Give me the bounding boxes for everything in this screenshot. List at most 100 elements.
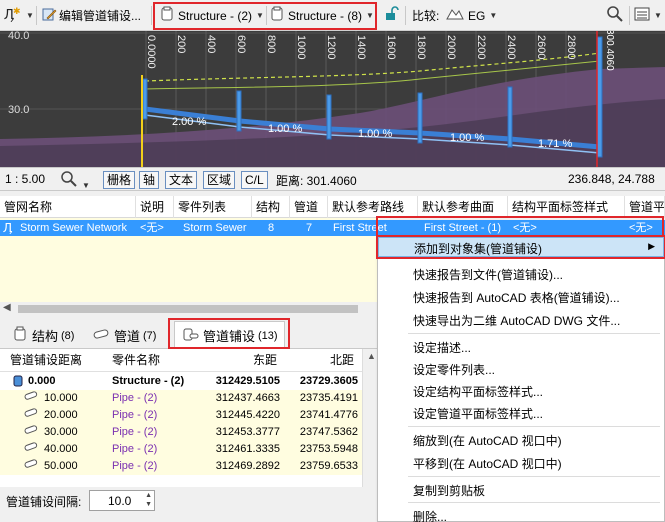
tab-pipe-runs[interactable]: 管道铺设 (13) xyxy=(174,321,285,349)
northing-cell: 23753.5948 xyxy=(299,443,358,455)
table-row[interactable]: Ӆ Storm Sewer Network <无> Storm Sewer 8 … xyxy=(0,220,665,236)
network-icon: Ӆ xyxy=(3,220,17,236)
column-header[interactable]: 结构平面标签样式 xyxy=(508,196,625,218)
column-header[interactable]: 管道平 xyxy=(625,196,665,218)
northing-cell: 23735.4191 xyxy=(299,392,358,404)
table-row[interactable]: 0.000 Structure - (2) 312429.5105 23729.360… xyxy=(0,373,362,390)
column-header[interactable]: 说明 xyxy=(136,196,174,218)
station-label: 1800 xyxy=(415,35,427,59)
column-header[interactable]: 管道 xyxy=(290,196,328,218)
svg-text:✱: ✱ xyxy=(13,6,21,16)
interval-input[interactable]: 10.0 ▲ ▼ xyxy=(89,490,155,511)
station-label: 400 xyxy=(205,35,217,53)
menu-item-export-dwg[interactable]: 快速导出为二维 AutoCAD DWG 文件... xyxy=(413,312,620,329)
column-header[interactable]: 管网名称 xyxy=(0,196,136,218)
zoom-button[interactable] xyxy=(606,5,624,26)
surface-cell: First Street - (1) xyxy=(424,222,502,234)
grid-toggle-button[interactable]: 栅格 xyxy=(103,171,136,189)
column-header[interactable]: 北距 xyxy=(330,349,354,371)
pipe-run-table: 管道铺设距离 零件名称 东距 北距 0.000 Structure - (2) 31… xyxy=(0,349,380,487)
table-row[interactable]: 20.000 Pipe - (2) 312445.4220 23741.4776 xyxy=(0,407,362,424)
menu-item-set-pipe-label-style[interactable]: 设定管道平面标签样式... xyxy=(413,405,543,422)
menu-item-set-description[interactable]: 设定描述... xyxy=(413,339,471,356)
part-name-cell: Pipe - (2) xyxy=(112,409,158,421)
scale-value[interactable]: 1 : 5.00 xyxy=(5,172,45,186)
text-toggle-button[interactable]: 文本 xyxy=(165,171,198,189)
menu-item-set-parts-list[interactable]: 设定零件列表... xyxy=(413,361,495,378)
add-menu-button[interactable]: Ӆ ✱ ▼ xyxy=(4,5,34,26)
menu-item-quick-report-file[interactable]: 快速报告到文件(管道铺设)... xyxy=(413,266,563,283)
elevation-label: 40.0 xyxy=(8,31,29,42)
column-header[interactable]: 默认参考路线 xyxy=(328,196,418,218)
region-toggle-button[interactable]: 区域 xyxy=(203,171,236,189)
pipe-run-icon xyxy=(181,326,199,345)
end-structure-dropdown[interactable]: Structure - (8) ▼ xyxy=(270,5,374,26)
compare-surface-dropdown[interactable]: EG ▼ xyxy=(446,5,497,26)
column-header[interactable]: 零件列表 xyxy=(174,196,252,218)
tab-structures[interactable]: 结构 (8) xyxy=(6,323,80,348)
structure-style-cell: <无> xyxy=(513,222,537,234)
tab-label: 结构 xyxy=(32,329,59,344)
tab-label: 管道铺设 xyxy=(203,329,256,344)
menu-item-delete[interactable]: 删除... xyxy=(413,508,447,522)
slope-label: 2.00 % xyxy=(172,116,206,128)
menu-item-pan-to[interactable]: 平移到(在 AutoCAD 视口中) xyxy=(413,455,562,472)
view-options-button[interactable]: ▼ xyxy=(634,5,662,26)
stepper-icon[interactable]: ▲ ▼ xyxy=(145,491,152,509)
list-view-icon xyxy=(634,6,650,25)
profile-view[interactable]: 40.0 30.0 0.0000 200 400 600 800 1000 1200 1400… xyxy=(0,31,665,167)
edit-pipe-run-label: 编辑管道铺设... xyxy=(59,9,142,23)
tab-count: (8) xyxy=(61,329,75,342)
description-cell: <无> xyxy=(140,222,164,234)
part-name-cell: Pipe - (2) xyxy=(112,443,158,455)
tab-pipes[interactable]: 管道 (7) xyxy=(86,323,162,348)
column-header[interactable]: 东距 xyxy=(253,349,277,371)
tab-count: (7) xyxy=(143,329,157,342)
scroll-left-icon[interactable]: ◀ xyxy=(3,302,11,313)
menu-item-add-to-selection[interactable]: 添加到对象集(管道铺设) ▶ xyxy=(378,237,664,257)
part-name-cell: Structure - (2) xyxy=(112,375,185,387)
northing-cell: 23741.4776 xyxy=(299,409,358,421)
part-name-cell: Pipe - (2) xyxy=(112,460,158,472)
scroll-up-icon[interactable]: ▲ xyxy=(367,351,376,361)
coordinate-readout: 236.848, 24.788 xyxy=(568,172,655,186)
northing-cell: 23729.3605 xyxy=(299,375,358,387)
structure-icon xyxy=(270,6,284,25)
column-header[interactable]: 结构 xyxy=(252,196,290,218)
station-label: 200 xyxy=(175,35,187,53)
column-header[interactable]: 默认参考曲面 xyxy=(418,196,508,218)
lock-button[interactable] xyxy=(384,5,400,26)
edit-icon xyxy=(41,6,57,25)
menu-item-set-structure-label-style[interactable]: 设定结构平面标签样式... xyxy=(413,383,543,400)
edit-pipe-run-button[interactable]: 编辑管道铺设... xyxy=(41,5,141,26)
table-row[interactable]: 50.000 Pipe - (2) 312469.2892 23759.6533 xyxy=(0,458,362,475)
horizontal-scrollbar[interactable]: ◀ xyxy=(0,302,380,316)
zoom-dropdown[interactable]: ▼ xyxy=(60,170,90,191)
start-structure-value: Structure - (2) xyxy=(178,8,253,23)
magnifier-icon xyxy=(606,5,624,26)
vertical-scrollbar[interactable]: ▲ xyxy=(362,349,378,487)
compare-label: 比较: xyxy=(412,9,440,23)
centerline-toggle-button[interactable]: C/L xyxy=(241,171,268,189)
context-menu: 添加到对象集(管道铺设) ▶ 快速报告到文件(管道铺设)... 快速报告到 Au… xyxy=(376,235,665,522)
menu-item-quick-report-table[interactable]: 快速报告到 AutoCAD 表格(管道铺设)... xyxy=(413,289,620,306)
station-label: 1000 xyxy=(295,35,307,59)
column-header[interactable]: 零件名称 xyxy=(112,349,160,371)
station-label: 1600 xyxy=(385,35,397,59)
axis-toggle-button[interactable]: 轴 xyxy=(139,171,160,189)
table-row[interactable]: 10.000 Pipe - (2) 312437.4663 23735.4191 xyxy=(0,390,362,407)
column-header[interactable]: 管道铺设距离 xyxy=(10,349,82,371)
table-row[interactable]: 30.000 Pipe - (2) 312453.3777 23747.5362 xyxy=(0,424,362,441)
station-label: 1400 xyxy=(355,35,367,59)
start-structure-dropdown[interactable]: Structure - (2) ▼ xyxy=(160,5,264,26)
slope-label: 1.00 % xyxy=(358,128,392,140)
scroll-thumb[interactable] xyxy=(18,305,358,313)
pipe-icon xyxy=(92,328,110,343)
table-row[interactable]: 40.000 Pipe - (2) 312461.3335 23753.5948 xyxy=(0,441,362,458)
pipe-icon xyxy=(24,424,38,441)
station-label: 2600 xyxy=(535,35,547,59)
part-name-cell: Pipe - (2) xyxy=(112,426,158,438)
unlock-icon xyxy=(384,6,400,25)
menu-item-zoom-to[interactable]: 缩放到(在 AutoCAD 视口中) xyxy=(413,432,562,449)
menu-item-copy-clipboard[interactable]: 复制到剪贴板 xyxy=(413,482,485,499)
